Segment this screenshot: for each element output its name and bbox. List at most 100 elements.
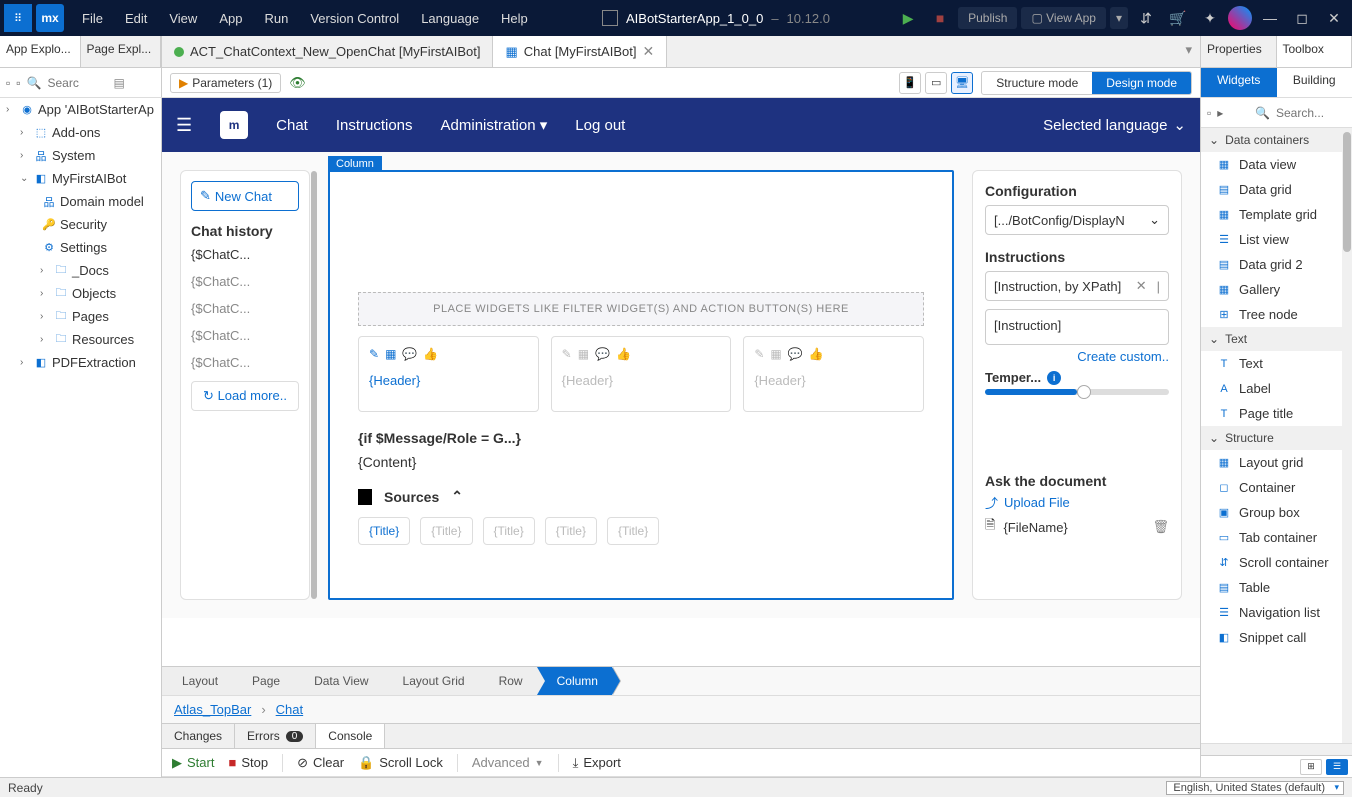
tree-module[interactable]: ⌄◧MyFirstAIBot — [0, 167, 161, 190]
language-selector[interactable]: Selected language ⌄ — [1043, 116, 1186, 134]
view-phone-icon[interactable]: 📱 — [899, 72, 921, 94]
building-blocks-tab[interactable]: Building — [1277, 68, 1352, 97]
toolbox-icon2[interactable]: ▸ — [1217, 106, 1223, 120]
run-icon[interactable]: ▶ — [894, 4, 922, 32]
cart-icon[interactable]: 🛒 — [1164, 4, 1192, 32]
instruction-box[interactable]: [Instruction] — [985, 309, 1169, 345]
toolbox-hscroll[interactable] — [1201, 743, 1352, 755]
tabs-overflow-icon[interactable]: ▾ — [1177, 36, 1200, 67]
selected-column[interactable]: PLACE WIDGETS LIKE FILTER WIDGET(S) AND … — [328, 170, 954, 600]
widget-label[interactable]: ALabel — [1201, 376, 1352, 401]
widget-container[interactable]: ◻Container — [1201, 475, 1352, 500]
menu-file[interactable]: File — [72, 5, 113, 32]
bc-layoutgrid[interactable]: Layout Grid — [383, 667, 479, 695]
sources-row[interactable]: Sources ⌃ — [358, 488, 924, 505]
remove-icon[interactable]: ✕ — [1136, 278, 1147, 294]
header-card[interactable]: ✎▦💬👍 {Header} — [358, 336, 539, 412]
tab-errors[interactable]: Errors0 — [235, 724, 316, 748]
collapse-icon[interactable]: ▫ — [16, 76, 20, 90]
console-start-button[interactable]: ▶Start — [172, 755, 214, 771]
widget-group-box[interactable]: ▣Group box — [1201, 500, 1352, 525]
menu-edit[interactable]: Edit — [115, 5, 157, 32]
tree-domain-model[interactable]: 品Domain model — [0, 190, 161, 213]
widget-text[interactable]: TText — [1201, 351, 1352, 376]
console-advanced-button[interactable]: Advanced ▼ — [472, 755, 544, 770]
console-stop-button[interactable]: ■Stop — [228, 755, 268, 770]
sparkle-icon[interactable]: ✦ — [1196, 4, 1224, 32]
console-clear-button[interactable]: ⊘Clear — [297, 755, 344, 771]
instructions-xpath[interactable]: [Instruction, by XPath]✕| — [985, 271, 1169, 301]
apps-grid-icon[interactable]: ⠿ — [4, 4, 32, 32]
title-chip[interactable]: {Title} — [545, 517, 597, 545]
widget-tree-node[interactable]: ⊞Tree node — [1201, 302, 1352, 327]
menu-view[interactable]: View — [159, 5, 207, 32]
stop-icon[interactable]: ■ — [926, 4, 954, 32]
nav-chat[interactable]: Chat — [276, 117, 308, 134]
tree-pdf[interactable]: ›◧PDFExtraction — [0, 351, 161, 374]
menu-version-control[interactable]: Version Control — [300, 5, 409, 32]
filter-icon[interactable]: ▤ — [113, 76, 124, 90]
menu-app[interactable]: App — [209, 5, 252, 32]
new-chat-button[interactable]: ✎New Chat — [191, 181, 299, 211]
explorer-search-input[interactable] — [47, 76, 107, 90]
widget-gallery[interactable]: ▦Gallery — [1201, 277, 1352, 302]
header-card[interactable]: ✎▦💬👍 {Header} — [551, 336, 732, 412]
header-card[interactable]: ✎▦💬👍 {Header} — [743, 336, 924, 412]
widget-page-title[interactable]: TPage title — [1201, 401, 1352, 426]
config-select[interactable]: [.../BotConfig/DisplayN⌄ — [985, 205, 1169, 235]
toolbox-list-view[interactable]: ☰ — [1326, 759, 1348, 775]
bc-layout[interactable]: Layout — [162, 667, 232, 695]
language-status-selector[interactable]: English, United States (default) — [1166, 781, 1344, 795]
console-export-button[interactable]: ⤓Export — [573, 755, 621, 771]
view-tablet-icon[interactable]: ▭ — [925, 72, 947, 94]
toolbox-header-structure[interactable]: ⌄Structure — [1201, 426, 1352, 450]
bc-column[interactable]: Column — [537, 667, 612, 695]
view-app-button[interactable]: ▢ View App — [1021, 7, 1106, 29]
search-icon[interactable]: 🔍 — [27, 76, 42, 90]
tab-properties[interactable]: Properties — [1201, 36, 1277, 67]
doc-tab-act[interactable]: ACT_ChatContext_New_OpenChat [MyFirstAIB… — [162, 36, 493, 67]
widget-template-grid[interactable]: ▦Template grid — [1201, 202, 1352, 227]
preview-icon[interactable]: 👁 — [289, 75, 306, 91]
nav-administration[interactable]: Administration ▾ — [441, 116, 548, 134]
title-chip[interactable]: {Title} — [358, 517, 410, 545]
widget-tab-container[interactable]: ▭Tab container — [1201, 525, 1352, 550]
tree-objects[interactable]: ›🗀Objects — [0, 282, 161, 305]
tree-settings[interactable]: ⚙Settings — [0, 236, 161, 259]
tree-addons[interactable]: ›⬚Add-ons — [0, 121, 161, 144]
tree-app-root[interactable]: ›◉App 'AIBotStarterAp — [0, 98, 161, 121]
view-desktop-icon[interactable]: 🖥 — [951, 72, 973, 94]
tree-system[interactable]: ›品System — [0, 144, 161, 167]
tab-console[interactable]: Console — [316, 724, 385, 748]
nav-instructions[interactable]: Instructions — [336, 117, 413, 134]
widget-data-grid-2[interactable]: ▤Data grid 2 — [1201, 252, 1352, 277]
maximize-icon[interactable]: ◻ — [1288, 4, 1316, 32]
temperature-slider[interactable] — [985, 389, 1169, 395]
tree-docs[interactable]: ›🗀_Docs — [0, 259, 161, 282]
tab-app-explorer[interactable]: App Explo... — [0, 36, 81, 67]
title-chip[interactable]: {Title} — [420, 517, 472, 545]
chat-history-item[interactable]: {$ChatC... — [191, 247, 299, 264]
slider-knob[interactable] — [1077, 385, 1091, 399]
upload-file-button[interactable]: ⤴Upload File — [985, 493, 1169, 512]
tree-security[interactable]: 🔑Security — [0, 213, 161, 236]
close-icon[interactable]: ✕ — [1320, 4, 1348, 32]
hamburger-icon[interactable]: ☰ — [176, 115, 192, 136]
bc-atlas-topbar[interactable]: Atlas_TopBar — [174, 702, 251, 717]
info-icon[interactable]: i — [1047, 371, 1061, 385]
expand-icon[interactable]: ▫ — [6, 76, 10, 90]
title-chip[interactable]: {Title} — [607, 517, 659, 545]
title-chip[interactable]: {Title} — [483, 517, 535, 545]
widget-scroll-container[interactable]: ⇵Scroll container — [1201, 550, 1352, 575]
create-custom-link[interactable]: Create custom.. — [985, 349, 1169, 364]
chat-history-item[interactable]: {$ChatC... — [191, 301, 299, 318]
logo-icon[interactable]: mx — [36, 4, 64, 32]
console-scroll-lock-button[interactable]: 🔒Scroll Lock — [358, 755, 443, 771]
widget-data-grid[interactable]: ▤Data grid — [1201, 177, 1352, 202]
chat-history-item[interactable]: {$ChatC... — [191, 355, 299, 372]
load-more-button[interactable]: ↻ Load more.. — [191, 381, 299, 411]
widget-data-view[interactable]: ▦Data view — [1201, 152, 1352, 177]
widgets-tab[interactable]: Widgets — [1201, 68, 1277, 97]
drop-zone[interactable]: PLACE WIDGETS LIKE FILTER WIDGET(S) AND … — [358, 292, 924, 326]
tree-resources[interactable]: ›🗀Resources — [0, 328, 161, 351]
